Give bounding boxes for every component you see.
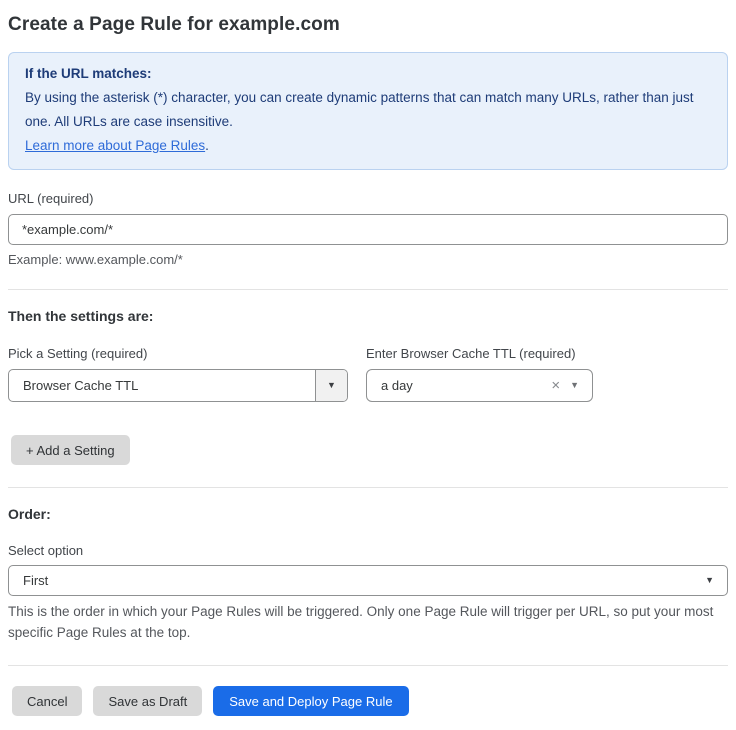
- url-field-hint: Example: www.example.com/*: [8, 252, 728, 267]
- pick-setting-select[interactable]: Browser Cache TTL ▼: [8, 369, 348, 402]
- ttl-label: Enter Browser Cache TTL (required): [366, 346, 593, 361]
- select-arrow-cell[interactable]: ▼: [315, 370, 347, 401]
- info-box-heading: If the URL matches:: [25, 62, 711, 86]
- clear-icon[interactable]: ×: [545, 377, 570, 394]
- ttl-column: Enter Browser Cache TTL (required) a day…: [366, 346, 593, 402]
- order-section-heading: Order:: [8, 506, 728, 522]
- learn-more-link[interactable]: Learn more about Page Rules: [25, 138, 205, 153]
- url-match-info-box: If the URL matches: By using the asteris…: [8, 52, 728, 170]
- cancel-button[interactable]: Cancel: [12, 686, 82, 716]
- info-box-link-line: Learn more about Page Rules.: [25, 134, 711, 158]
- order-select-label: Select option: [8, 543, 728, 558]
- divider: [8, 665, 728, 666]
- url-field-label: URL (required): [8, 191, 728, 206]
- save-and-deploy-button[interactable]: Save and Deploy Page Rule: [213, 686, 408, 716]
- settings-row: Pick a Setting (required) Browser Cache …: [8, 346, 728, 402]
- chevron-down-icon: ▼: [705, 576, 727, 585]
- pick-setting-label: Pick a Setting (required): [8, 346, 348, 361]
- info-box-body: By using the asterisk (*) character, you…: [25, 86, 711, 134]
- link-suffix: .: [205, 138, 209, 153]
- chevron-down-icon: ▼: [327, 381, 336, 390]
- ttl-select[interactable]: a day × ▼: [366, 369, 593, 402]
- divider: [8, 289, 728, 290]
- url-input[interactable]: [8, 214, 728, 245]
- create-page-rule-form: Create a Page Rule for example.com If th…: [0, 0, 736, 730]
- save-as-draft-button[interactable]: Save as Draft: [93, 686, 202, 716]
- order-help-text: This is the order in which your Page Rul…: [8, 601, 728, 643]
- pick-setting-value: Browser Cache TTL: [9, 378, 315, 393]
- setting-column: Pick a Setting (required) Browser Cache …: [8, 346, 348, 402]
- ttl-value: a day: [367, 378, 545, 393]
- order-select[interactable]: First ▼: [8, 565, 728, 596]
- chevron-down-icon: ▼: [570, 381, 592, 390]
- page-title: Create a Page Rule for example.com: [8, 14, 728, 36]
- add-setting-button[interactable]: + Add a Setting: [11, 435, 130, 465]
- form-actions: Cancel Save as Draft Save and Deploy Pag…: [12, 686, 728, 716]
- settings-section-heading: Then the settings are:: [8, 308, 728, 324]
- divider: [8, 487, 728, 488]
- order-value: First: [9, 573, 705, 588]
